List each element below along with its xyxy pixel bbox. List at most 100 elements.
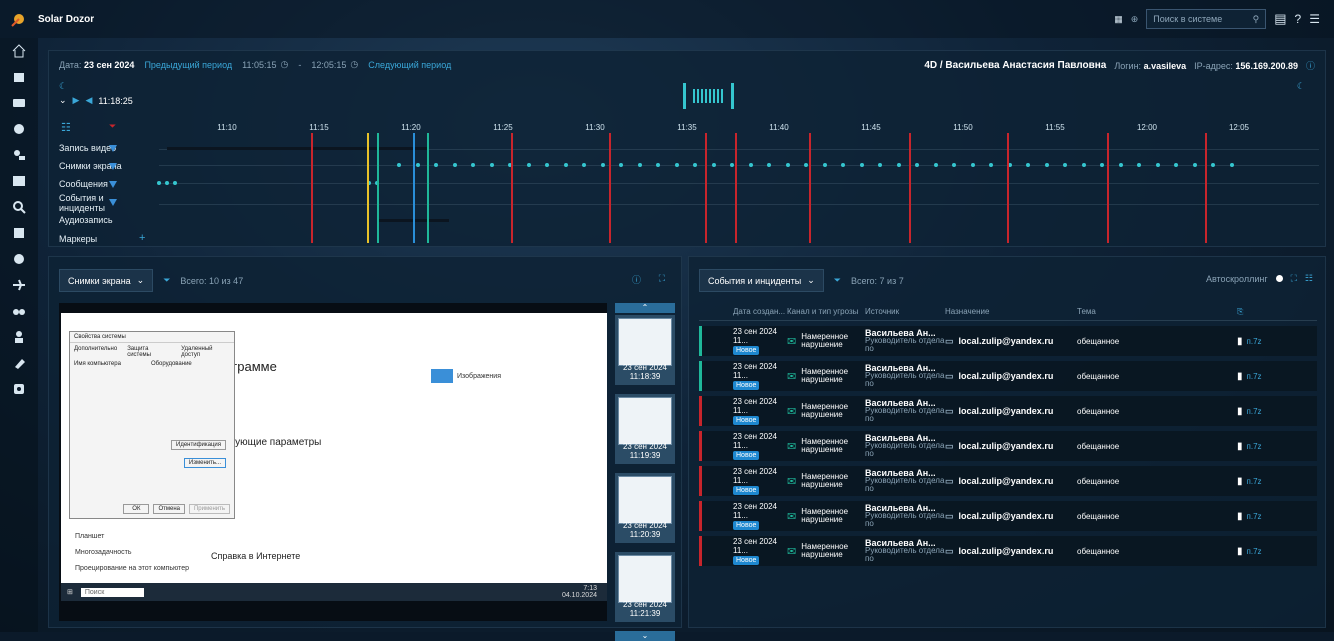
event-marker-line[interactable] [1007,133,1009,243]
event-marker-line[interactable] [1107,133,1109,243]
screen-dot[interactable] [878,163,882,167]
cell-attachment[interactable]: ▮п.7z [1237,406,1277,417]
event-marker-line[interactable] [809,133,811,243]
screen-dot[interactable] [1174,163,1178,167]
event-marker-line[interactable] [735,133,737,243]
video-segment[interactable] [167,147,427,150]
message-dot[interactable] [157,181,161,185]
time-from-field[interactable]: 11:05:15◷ [242,59,288,70]
expand-right-icon[interactable]: ☾ [1297,81,1305,92]
screen-dot[interactable] [1137,163,1141,167]
screen-dot[interactable] [915,163,919,167]
globe-icon[interactable]: ⊕ [1131,14,1139,25]
collapse-chevron-icon[interactable]: ⌄ [59,95,67,106]
date-field[interactable]: Дата: 23 сен 2024 [59,60,134,70]
events-dropdown[interactable]: События и инциденты⌄ [699,269,824,292]
screen-dot[interactable] [638,163,642,167]
screen-dot[interactable] [545,163,549,167]
columns-icon[interactable]: ☷ [1305,273,1313,284]
screen-dot[interactable] [619,163,623,167]
time-to-field[interactable]: 12:05:15◷ [311,59,358,70]
search-input[interactable]: Поиск в системе ⚲ [1146,9,1266,29]
scroll-down-icon[interactable]: ⌄ [615,631,675,641]
screen-dot[interactable] [823,163,827,167]
search-icon[interactable]: ⚲ [1253,14,1260,25]
report-icon[interactable]: ▤ [1274,11,1286,27]
screen-dot[interactable] [1230,163,1234,167]
table-row[interactable]: 23 сен 2024 11...Новое✉Намеренное наруше… [699,466,1317,496]
col-source[interactable]: Источник [865,308,945,316]
screen-dot[interactable] [804,163,808,167]
message-dot[interactable] [165,181,169,185]
play-icon[interactable]: ▶ [73,95,80,106]
autoscroll-toggle[interactable] [1276,275,1283,282]
screen-dot[interactable] [1063,163,1067,167]
rewind-icon[interactable]: ◀ [85,95,92,106]
add-marker-icon[interactable]: + [139,232,145,244]
event-marker-line[interactable] [705,133,707,243]
event-marker-line[interactable] [909,133,911,243]
next-period-link[interactable]: Следующий период [368,60,451,70]
expand-left-icon[interactable]: ☾ [59,81,67,92]
event-marker-line[interactable] [1205,133,1207,243]
filter-messages-icon[interactable] [109,181,117,188]
screen-dot[interactable] [527,163,531,167]
eraser-icon[interactable] [0,350,38,376]
help-icon[interactable]: ? [1295,12,1302,26]
screen-dot[interactable] [860,163,864,167]
screen-dot[interactable] [1100,163,1104,167]
screen-dot[interactable] [1119,163,1123,167]
col-destination[interactable]: Назначение [945,307,1077,316]
screen-dot[interactable] [1193,163,1197,167]
screen-dot[interactable] [693,163,697,167]
screen-dot[interactable] [952,163,956,167]
screen-dot[interactable] [490,163,494,167]
agent-icon[interactable] [0,246,38,272]
screen-dot[interactable] [841,163,845,167]
screen-dot[interactable] [434,163,438,167]
filter-icon[interactable]: ⏷ [834,275,841,286]
table-row[interactable]: 23 сен 2024 11...Новое✉Намеренное наруше… [699,396,1317,426]
col-date[interactable]: Дата создан... [699,307,787,316]
plane-icon[interactable] [0,272,38,298]
grid-toggle-icon[interactable]: ▦ [1114,14,1123,25]
message-dot[interactable] [173,181,177,185]
info-icon[interactable]: ⓘ [632,273,641,286]
cell-attachment[interactable]: ▮п.7z [1237,336,1277,347]
cell-attachment[interactable]: ▮п.7z [1237,511,1277,522]
screen-dot[interactable] [416,163,420,167]
screen-dot[interactable] [453,163,457,167]
filter-events-icon[interactable] [109,199,117,206]
fullscreen-icon[interactable]: ⛶ [659,273,665,284]
screen-dot[interactable] [564,163,568,167]
col-topic[interactable]: Тема [1077,307,1237,316]
event-marker-line[interactable] [377,133,379,243]
cell-attachment[interactable]: ▮п.7z [1237,476,1277,487]
screen-dot[interactable] [1045,163,1049,167]
screen-dot[interactable] [989,163,993,167]
screenshot-thumbnail[interactable]: 23 сен 2024 11:19:39 [615,394,675,464]
screenshot-preview[interactable]: программе утствующие параметры Справка в… [59,303,607,621]
table-row[interactable]: 23 сен 2024 11...Новое✉Намеренное наруше… [699,536,1317,566]
list-icon[interactable]: ☷ [61,121,71,134]
screen-dot[interactable] [601,163,605,167]
minimap[interactable] [683,83,735,109]
building-icon[interactable] [0,64,38,90]
person-icon[interactable] [0,324,38,350]
screen-dot[interactable] [397,163,401,167]
screen-dot[interactable] [1026,163,1030,167]
search-nav-icon[interactable] [0,194,38,220]
screenshot-thumbnail[interactable]: 23 сен 2024 11:21:39 [615,552,675,622]
screen-dot[interactable] [1082,163,1086,167]
table-row[interactable]: 23 сен 2024 11...Новое✉Намеренное наруше… [699,326,1317,356]
screen-dot[interactable] [1211,163,1215,167]
event-marker-line[interactable] [311,133,313,243]
settings-icon[interactable] [0,376,38,402]
users-search-icon[interactable] [0,142,38,168]
event-marker-line[interactable] [367,133,369,243]
table-row[interactable]: 23 сен 2024 11...Новое✉Намеренное наруше… [699,501,1317,531]
dashboard-icon[interactable] [0,168,38,194]
cell-attachment[interactable]: ▮п.7z [1237,441,1277,452]
event-marker-line[interactable] [427,133,429,243]
screen-dot[interactable] [934,163,938,167]
